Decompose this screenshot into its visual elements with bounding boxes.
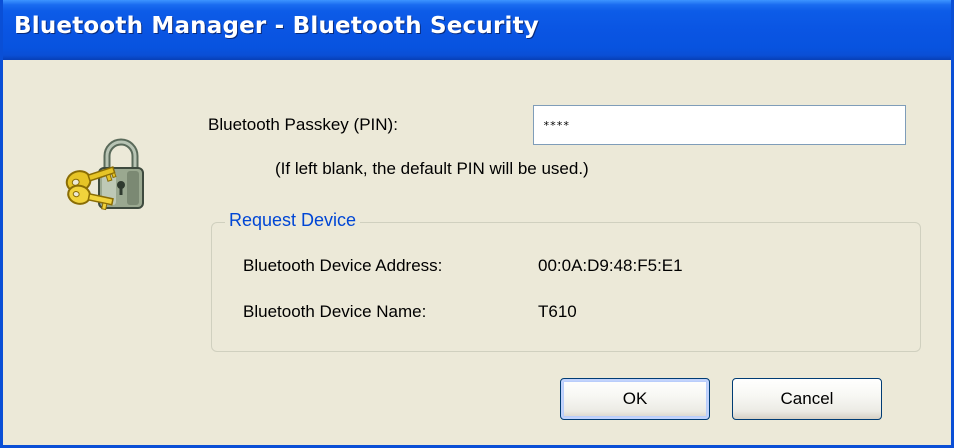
request-device-group <box>211 222 921 352</box>
passkey-label: Bluetooth Passkey (PIN): <box>208 115 398 134</box>
title-bar[interactable]: Bluetooth Manager - Bluetooth Security <box>3 0 951 60</box>
device-address-label: Bluetooth Device Address: <box>243 256 443 275</box>
ok-button[interactable]: OK <box>560 378 710 420</box>
passkey-hint: (If left blank, the default PIN will be … <box>275 159 589 178</box>
lock-keys-icon <box>65 138 144 211</box>
client-area-edge <box>3 60 951 62</box>
window-title: Bluetooth Manager - Bluetooth Security <box>14 13 539 39</box>
device-address-value: 00:0A:D9:48:F5:E1 <box>538 256 683 275</box>
device-name-label: Bluetooth Device Name: <box>243 302 427 321</box>
bluetooth-security-dialog: Bluetooth Manager - Bluetooth Security B… <box>0 0 954 448</box>
request-device-legend: Request Device <box>225 210 361 231</box>
passkey-input[interactable] <box>533 105 906 145</box>
device-name-value: T610 <box>538 302 577 321</box>
cancel-button[interactable]: Cancel <box>732 378 882 420</box>
